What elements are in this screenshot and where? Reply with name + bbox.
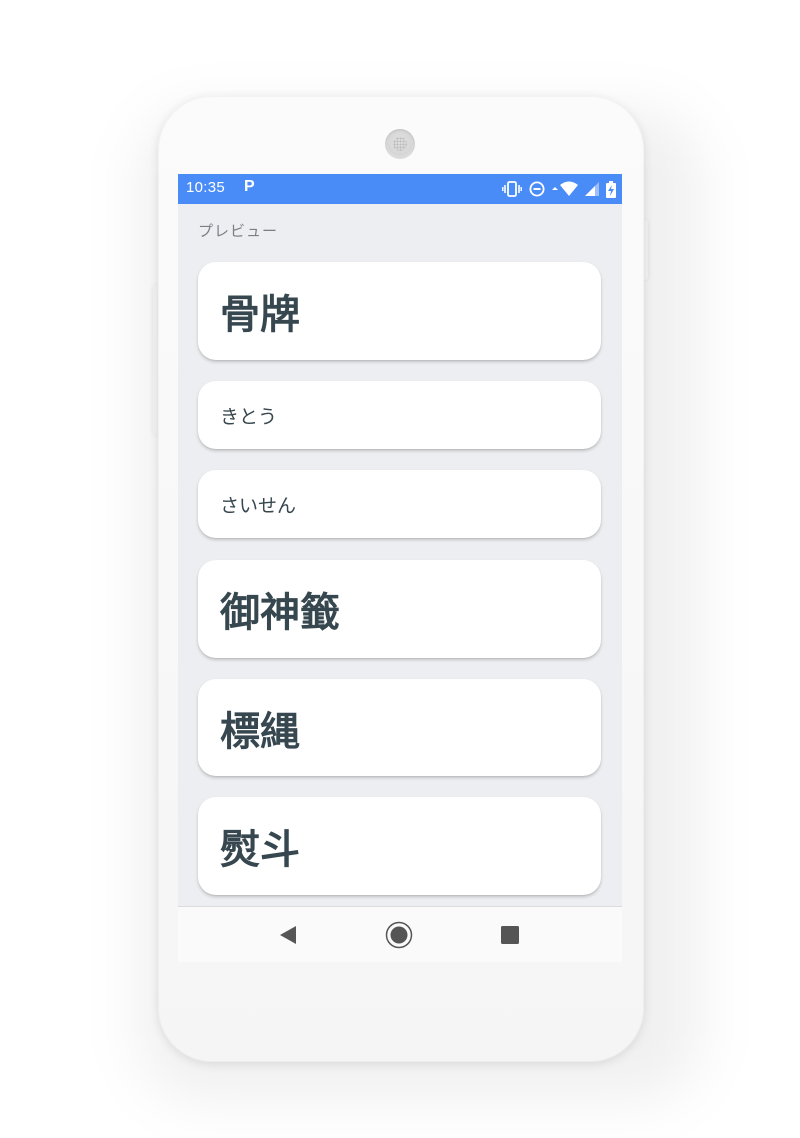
home-icon xyxy=(385,921,413,949)
recents-icon xyxy=(501,926,519,944)
status-bar: 10:35 P xyxy=(178,174,622,204)
recents-button[interactable] xyxy=(496,921,524,949)
card-text: 骨牌 xyxy=(220,292,300,338)
preview-card[interactable]: きとう xyxy=(198,381,601,449)
status-icons xyxy=(502,179,616,199)
wifi-icon xyxy=(552,181,578,197)
preview-card[interactable]: さいせん xyxy=(198,470,601,538)
status-time: 10:35 xyxy=(186,179,226,196)
section-label: プレビュー xyxy=(198,222,279,240)
earpiece-speaker xyxy=(385,129,415,159)
preview-card[interactable]: 標縄 xyxy=(198,679,601,776)
card-text: きとう xyxy=(220,405,278,428)
preview-card[interactable]: 骨牌 xyxy=(198,262,601,360)
preview-card[interactable]: 御神籤 xyxy=(198,560,601,658)
stage: 10:35 P プレビュー 骨牌 きとう さいせん 御神籤 標縄 熨斗 xyxy=(0,0,800,1138)
card-text: 御神籤 xyxy=(220,590,340,636)
app-notification-icon: P xyxy=(244,178,255,195)
navigation-bar xyxy=(178,906,622,962)
battery-charging-icon xyxy=(606,180,616,198)
cellular-signal-icon xyxy=(585,182,599,196)
vibrate-icon xyxy=(502,181,522,197)
phone-screen: 10:35 P プレビュー 骨牌 きとう さいせん 御神籤 標縄 熨斗 xyxy=(178,174,622,962)
home-button[interactable] xyxy=(385,921,413,949)
card-text: さいせん xyxy=(220,494,297,517)
card-text: 熨斗 xyxy=(220,827,300,873)
card-text: 標縄 xyxy=(220,708,300,755)
preview-card[interactable]: 熨斗 xyxy=(198,797,601,895)
back-button[interactable] xyxy=(274,921,302,949)
do-not-disturb-icon xyxy=(529,181,545,197)
back-icon xyxy=(280,926,296,944)
